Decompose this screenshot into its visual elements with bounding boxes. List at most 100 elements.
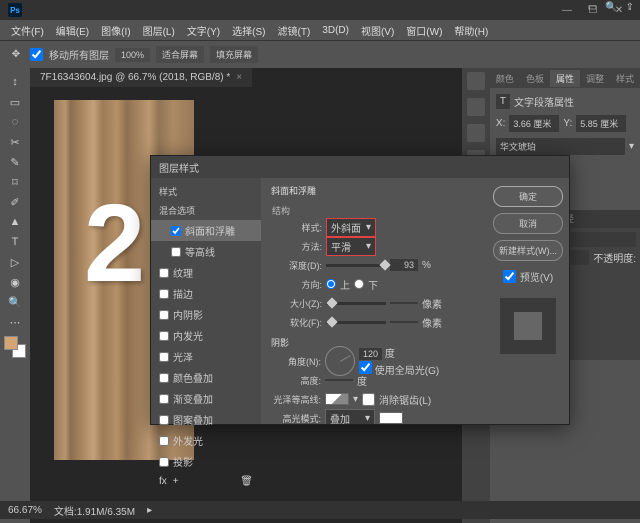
fx-item-6[interactable]: 光泽 bbox=[151, 346, 261, 367]
gloss-contour[interactable] bbox=[325, 393, 349, 405]
fx-item-0[interactable]: 斜面和浮雕 bbox=[151, 220, 261, 241]
fx-trash-icon[interactable]: 🗑 bbox=[240, 476, 253, 487]
size-slider[interactable] bbox=[326, 302, 386, 305]
tool-1[interactable]: ▭ bbox=[3, 92, 27, 112]
panel-icon-2[interactable] bbox=[467, 98, 485, 116]
tool-2[interactable]: ◌ bbox=[3, 112, 27, 132]
search-icon[interactable]: 🔍 bbox=[605, 2, 617, 13]
panel-icon-1[interactable] bbox=[467, 72, 485, 90]
highlight-color[interactable] bbox=[379, 412, 403, 424]
color-swatch[interactable] bbox=[4, 336, 26, 358]
auto-select-checkbox[interactable] bbox=[30, 48, 43, 61]
altitude-value[interactable] bbox=[325, 379, 353, 381]
highlight-mode-select[interactable]: 叠加▾ bbox=[325, 409, 375, 425]
fx-checkbox-2[interactable] bbox=[159, 268, 169, 278]
font-select[interactable]: 华文琥珀 bbox=[496, 138, 625, 155]
panel-tab-样式[interactable]: 样式 bbox=[610, 70, 640, 87]
fx-checkbox-3[interactable] bbox=[159, 289, 169, 299]
menu-文件(F)[interactable]: 文件(F) bbox=[6, 21, 49, 40]
x-input[interactable]: 3.66 厘米 bbox=[509, 115, 559, 132]
menu-3D(D)[interactable]: 3D(D) bbox=[317, 23, 354, 38]
menu-编辑(E)[interactable]: 编辑(E) bbox=[51, 21, 94, 40]
tool-0[interactable]: ↕ bbox=[3, 72, 27, 92]
fx-add-icon[interactable]: + bbox=[173, 476, 179, 487]
fx-item-2[interactable]: 纹理 bbox=[151, 262, 261, 283]
fx-item-11[interactable]: 投影 bbox=[151, 451, 261, 472]
menu-选择(S)[interactable]: 选择(S) bbox=[227, 21, 270, 40]
method-select[interactable]: 平滑▾ bbox=[326, 237, 376, 256]
fx-checkbox-9[interactable] bbox=[159, 415, 169, 425]
fx-checkbox-8[interactable] bbox=[159, 394, 169, 404]
new-style-button[interactable]: 新建样式(W)... bbox=[493, 240, 563, 261]
preview-swatch bbox=[500, 298, 556, 354]
fill-screen[interactable]: 填充屏幕 bbox=[210, 46, 258, 63]
fx-item-7[interactable]: 颜色叠加 bbox=[151, 367, 261, 388]
menu-滤镜(T)[interactable]: 滤镜(T) bbox=[273, 21, 316, 40]
fx-item-9[interactable]: 图案叠加 bbox=[151, 409, 261, 430]
workspace-icon[interactable]: ▭ bbox=[588, 2, 597, 13]
tool-7[interactable]: ▲ bbox=[3, 212, 27, 232]
fx-item-8[interactable]: 渐变叠加 bbox=[151, 388, 261, 409]
menu-视图(V)[interactable]: 视图(V) bbox=[356, 21, 399, 40]
share-icon[interactable]: ⇪ bbox=[626, 2, 634, 13]
fx-checkbox-1[interactable] bbox=[171, 247, 181, 257]
panel-tab-调整[interactable]: 调整 bbox=[580, 70, 610, 87]
style-select[interactable]: 外斜面▾ bbox=[326, 218, 376, 237]
tool-preset-icon[interactable]: ✥ bbox=[8, 47, 24, 63]
zoom-status[interactable]: 66.67% bbox=[8, 505, 42, 516]
fx-checkbox-6[interactable] bbox=[159, 352, 169, 362]
tool-6[interactable]: ✐ bbox=[3, 192, 27, 212]
fx-checkbox-10[interactable] bbox=[159, 436, 169, 446]
styles-header[interactable]: 样式 bbox=[151, 182, 261, 201]
menu-图像(I)[interactable]: 图像(I) bbox=[96, 21, 135, 40]
tool-9[interactable]: ▷ bbox=[3, 252, 27, 272]
document-tab[interactable]: 7F16343604.jpg @ 66.7% (2018, RGB/8) * × bbox=[30, 68, 252, 87]
tool-5[interactable]: ⌑ bbox=[3, 172, 27, 192]
cancel-button[interactable]: 取消 bbox=[493, 213, 563, 234]
zoom-field[interactable]: 100% bbox=[115, 48, 150, 62]
fx-checkbox-7[interactable] bbox=[159, 373, 169, 383]
tool-10[interactable]: ◉ bbox=[3, 272, 27, 292]
soften-value[interactable] bbox=[390, 321, 418, 323]
ok-button[interactable]: 确定 bbox=[493, 186, 563, 207]
fx-checkbox-4[interactable] bbox=[159, 310, 169, 320]
panel-icon-3[interactable] bbox=[467, 124, 485, 142]
panel-tab-颜色[interactable]: 颜色 bbox=[490, 70, 520, 87]
fx-checkbox-0[interactable] bbox=[171, 226, 181, 236]
info-arrow-icon[interactable]: ▸ bbox=[147, 505, 152, 516]
font-dropdown-icon[interactable]: ▾ bbox=[629, 141, 634, 152]
menu-窗口(W)[interactable]: 窗口(W) bbox=[401, 21, 447, 40]
direction-up[interactable] bbox=[326, 279, 336, 289]
panel-tab-属性[interactable]: 属性 bbox=[550, 70, 580, 87]
preview-checkbox[interactable] bbox=[503, 270, 516, 283]
soften-slider[interactable] bbox=[326, 321, 386, 324]
menu-文字(Y)[interactable]: 文字(Y) bbox=[182, 21, 225, 40]
angle-value[interactable]: 120 bbox=[359, 348, 382, 360]
fx-item-4[interactable]: 内阴影 bbox=[151, 304, 261, 325]
fit-dropdown[interactable]: 适合屏幕 bbox=[156, 46, 204, 63]
y-input[interactable]: 5.85 厘米 bbox=[576, 115, 626, 132]
close-tab-icon[interactable]: × bbox=[236, 72, 242, 83]
menu-帮助(H)[interactable]: 帮助(H) bbox=[449, 21, 493, 40]
tool-3[interactable]: ✂ bbox=[3, 132, 27, 152]
angle-dial[interactable] bbox=[325, 346, 355, 376]
tool-8[interactable]: T bbox=[3, 232, 27, 252]
panel-tab-色板[interactable]: 色板 bbox=[520, 70, 550, 87]
minimize-button[interactable]: — bbox=[554, 2, 580, 18]
fx-checkbox-5[interactable] bbox=[159, 331, 169, 341]
depth-slider[interactable] bbox=[326, 264, 386, 267]
fx-item-10[interactable]: 外发光 bbox=[151, 430, 261, 451]
fx-checkbox-11[interactable] bbox=[159, 457, 169, 467]
fx-item-3[interactable]: 描边 bbox=[151, 283, 261, 304]
direction-down[interactable] bbox=[354, 279, 364, 289]
blending-options[interactable]: 混合选项 bbox=[151, 201, 261, 220]
fx-item-5[interactable]: 内发光 bbox=[151, 325, 261, 346]
tool-12[interactable]: ⋯ bbox=[3, 312, 27, 332]
tool-11[interactable]: 🔍 bbox=[3, 292, 27, 312]
size-value[interactable] bbox=[390, 302, 418, 304]
tool-4[interactable]: ✎ bbox=[3, 152, 27, 172]
antialias-checkbox[interactable] bbox=[362, 393, 375, 406]
fx-item-1[interactable]: 等高线 bbox=[151, 241, 261, 262]
depth-value[interactable]: 93 bbox=[390, 259, 418, 271]
menu-图层(L)[interactable]: 图层(L) bbox=[138, 21, 180, 40]
